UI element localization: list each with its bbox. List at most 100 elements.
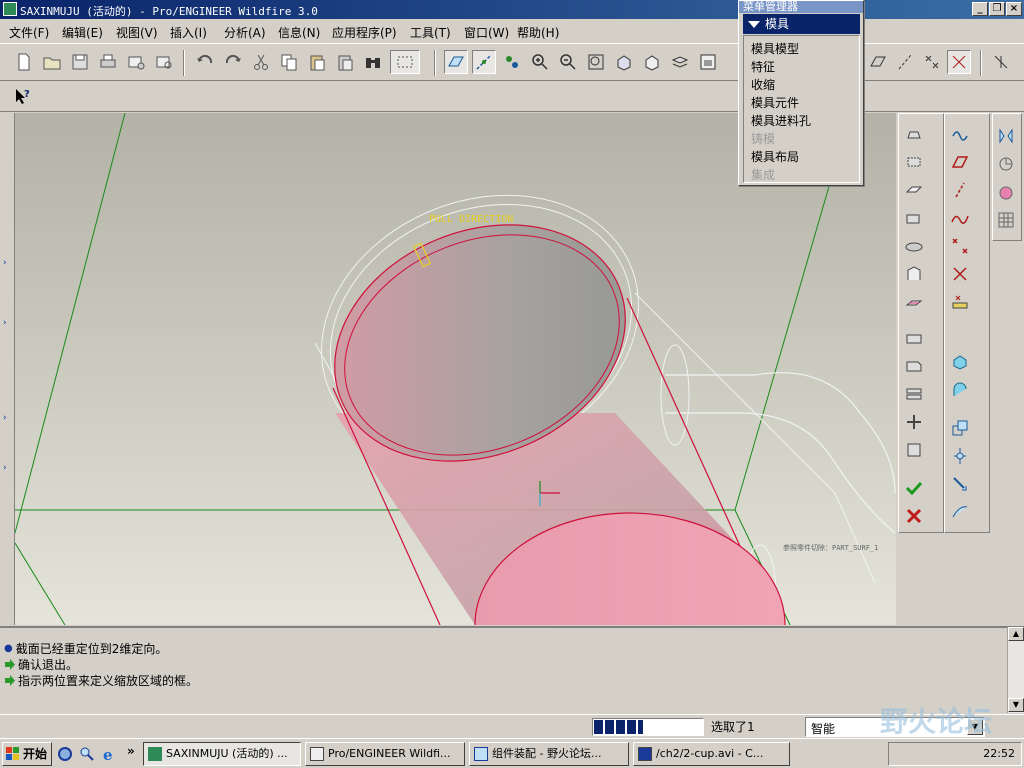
cut-tool[interactable] [901, 326, 927, 350]
copy-button[interactable] [277, 50, 301, 74]
sweep-tool[interactable] [901, 234, 927, 258]
regenerate-button[interactable] [361, 50, 385, 74]
paste-button[interactable] [305, 50, 329, 74]
save-button[interactable] [68, 50, 92, 74]
zoom-out-button[interactable] [556, 50, 580, 74]
sketch-tool[interactable] [947, 122, 973, 146]
shell-tool[interactable] [901, 290, 927, 314]
context-help-button[interactable]: ? [10, 84, 34, 108]
cut-button[interactable] [249, 50, 273, 74]
csys-tag-button[interactable] [947, 50, 971, 74]
taskbar-overflow-icon[interactable]: » [127, 744, 135, 758]
axis-tag-button[interactable] [893, 50, 917, 74]
trim-tool[interactable] [901, 410, 927, 434]
scroll-up-button[interactable]: ▲ [1008, 627, 1024, 641]
menu-item-mold-sprue[interactable]: 模具进料孔 [751, 112, 811, 129]
quicklaunch-desktop[interactable] [58, 747, 72, 761]
send-link-button[interactable] [152, 50, 176, 74]
menu-analysis[interactable]: 分析(A) [224, 24, 266, 41]
reorient-button[interactable] [612, 50, 636, 74]
grid-tool[interactable] [993, 208, 1019, 232]
spin-tool[interactable] [993, 152, 1019, 176]
point-tag-button[interactable] [920, 50, 944, 74]
coordinate-system-tool[interactable] [947, 262, 973, 286]
mold-base-tool[interactable] [947, 350, 973, 374]
datum-plane-tag-button[interactable] [866, 50, 890, 74]
extrude-tool[interactable] [901, 178, 927, 202]
message-scrollbar[interactable]: ▲ ▼ [1007, 627, 1024, 713]
close-button[interactable]: × [1006, 2, 1022, 16]
analysis-feature-tool[interactable] [947, 290, 973, 314]
cancel-button[interactable] [901, 504, 927, 528]
mold-volume-tool[interactable] [901, 122, 927, 146]
taskbar: 开始 e » SAXINMUJU (活动的) ... Pro/ENGINEER … [0, 738, 1024, 768]
open-button[interactable] [40, 50, 64, 74]
refit-button[interactable] [584, 50, 608, 74]
quicklaunch-search[interactable] [80, 747, 94, 761]
menu-view[interactable]: 视图(V) [116, 24, 158, 41]
spin-center-button[interactable] [989, 50, 1013, 74]
menu-item-mold-model[interactable]: 模具模型 [751, 40, 799, 57]
menu-tools[interactable]: 工具(T) [410, 24, 451, 41]
merge-tool[interactable] [947, 472, 973, 496]
print-button[interactable] [96, 50, 120, 74]
datum-axis-toggle[interactable] [472, 50, 496, 74]
menu-help[interactable]: 帮助(H) [517, 24, 559, 41]
new-button[interactable] [12, 50, 36, 74]
scroll-down-button[interactable]: ▼ [1008, 698, 1024, 712]
blend-tool[interactable] [901, 262, 927, 286]
maximize-button[interactable]: ❐ [989, 2, 1005, 16]
confirm-button[interactable] [901, 476, 927, 500]
undo-button[interactable] [193, 50, 217, 74]
zoom-in-button[interactable] [528, 50, 552, 74]
menu-insert[interactable]: 插入(I) [170, 24, 207, 41]
cross-icon [906, 508, 922, 524]
paint-tool[interactable] [993, 180, 1019, 204]
mirror-tool[interactable] [947, 444, 973, 468]
paste-special-button[interactable] [333, 50, 357, 74]
start-button[interactable]: 开始 [2, 742, 52, 766]
graphics-viewport[interactable]: PULL DIRECTION 参照零件切除：PART_SURF_1 [15, 113, 896, 625]
navigator-collapse-strip[interactable]: › › › › [0, 113, 15, 625]
mold-opening-tool[interactable] [947, 378, 973, 402]
menu-file[interactable]: 文件(F) [9, 24, 49, 41]
datum-point-tool[interactable] [947, 234, 973, 258]
clock[interactable]: 22:52 [983, 747, 1015, 760]
saved-views-button[interactable] [640, 50, 664, 74]
draft-tool[interactable] [901, 438, 927, 462]
send-mail-button[interactable] [124, 50, 148, 74]
task-forum[interactable]: 组件装配 - 野火论坛... [469, 742, 629, 766]
datum-plane-tool[interactable] [947, 150, 973, 174]
menu-item-shrinkage[interactable]: 收缩 [751, 76, 775, 93]
menu-item-mold-component[interactable]: 模具元件 [751, 94, 799, 111]
revolve-tool[interactable] [901, 206, 927, 230]
datum-curve-tool[interactable] [947, 206, 973, 230]
menu-window[interactable]: 窗口(W) [464, 24, 509, 41]
minimize-button[interactable]: _ [972, 2, 988, 16]
parting-surface-tool[interactable] [901, 150, 927, 174]
quicklaunch-ie[interactable]: e [102, 746, 118, 764]
task-proe-window[interactable]: Pro/ENGINEER Wildfi... [305, 742, 465, 766]
datum-plane-toggle[interactable] [444, 50, 468, 74]
surface-offset-tool[interactable] [947, 500, 973, 524]
menu-item-feature[interactable]: 特征 [751, 58, 775, 75]
view-manager-button[interactable] [696, 50, 720, 74]
selection-box-dropdown[interactable] [390, 50, 420, 74]
redo-button[interactable] [221, 50, 245, 74]
menu-edit[interactable]: 编辑(E) [62, 24, 103, 41]
menu-manager-selected[interactable]: 模具 [743, 14, 860, 34]
layers-button[interactable] [668, 50, 692, 74]
task-proe-active[interactable]: SAXINMUJU (活动的) ... [143, 742, 301, 766]
csys-tag-icon [952, 55, 966, 69]
menu-item-mold-layout[interactable]: 模具布局 [751, 148, 799, 165]
round-tool[interactable] [901, 382, 927, 406]
view-mirror-tool[interactable] [993, 124, 1019, 148]
datum-point-toggle[interactable] [500, 50, 524, 74]
hole-tool[interactable] [901, 354, 927, 378]
task-video[interactable]: /ch2/2-cup.avi - C... [633, 742, 790, 766]
menu-applications[interactable]: 应用程序(P) [332, 24, 397, 41]
menu-info[interactable]: 信息(N) [278, 24, 320, 41]
pattern-tool[interactable] [947, 416, 973, 440]
spin-icon [999, 157, 1013, 171]
datum-axis-tool[interactable] [947, 178, 973, 202]
